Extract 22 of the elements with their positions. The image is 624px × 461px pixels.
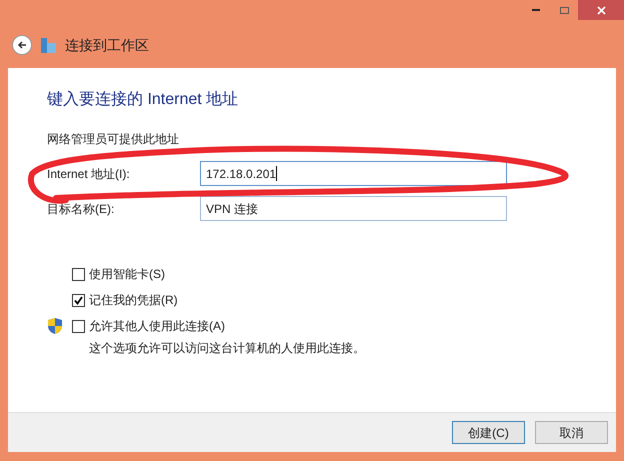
option-description: 这个选项允许可以访问这台计算机的人使用此连接。: [88, 340, 365, 357]
checkbox[interactable]: [72, 294, 85, 306]
checkbox-label: 允许其他人使用此连接(A): [89, 318, 225, 335]
back-button[interactable]: [12, 35, 32, 55]
input-field[interactable]: VPN 连接: [200, 196, 507, 221]
close-button[interactable]: [578, 0, 624, 20]
check-icon: [74, 296, 83, 304]
checkbox-label: 使用智能卡(S): [89, 266, 165, 283]
page-heading: 键入要连接的 Internet 地址: [47, 90, 240, 110]
window-title: 连接到工作区: [65, 36, 149, 54]
input-field[interactable]: 172.18.0.201: [200, 161, 507, 186]
checkbox-label: 记住我的凭据(R): [89, 292, 178, 309]
field-label: 目标名称(E):: [47, 200, 116, 218]
checkbox[interactable]: [72, 320, 85, 332]
close-icon: [596, 6, 606, 14]
back-arrow-icon: [17, 40, 27, 50]
dialog-button[interactable]: 取消: [535, 421, 608, 444]
buildings-icon: [40, 37, 57, 53]
dialog-button[interactable]: 创建(C): [452, 421, 525, 444]
field-label: Internet 地址(I):: [47, 166, 131, 182]
checkbox[interactable]: [72, 268, 85, 280]
hint-text: 网络管理员可提供此地址: [47, 131, 180, 148]
